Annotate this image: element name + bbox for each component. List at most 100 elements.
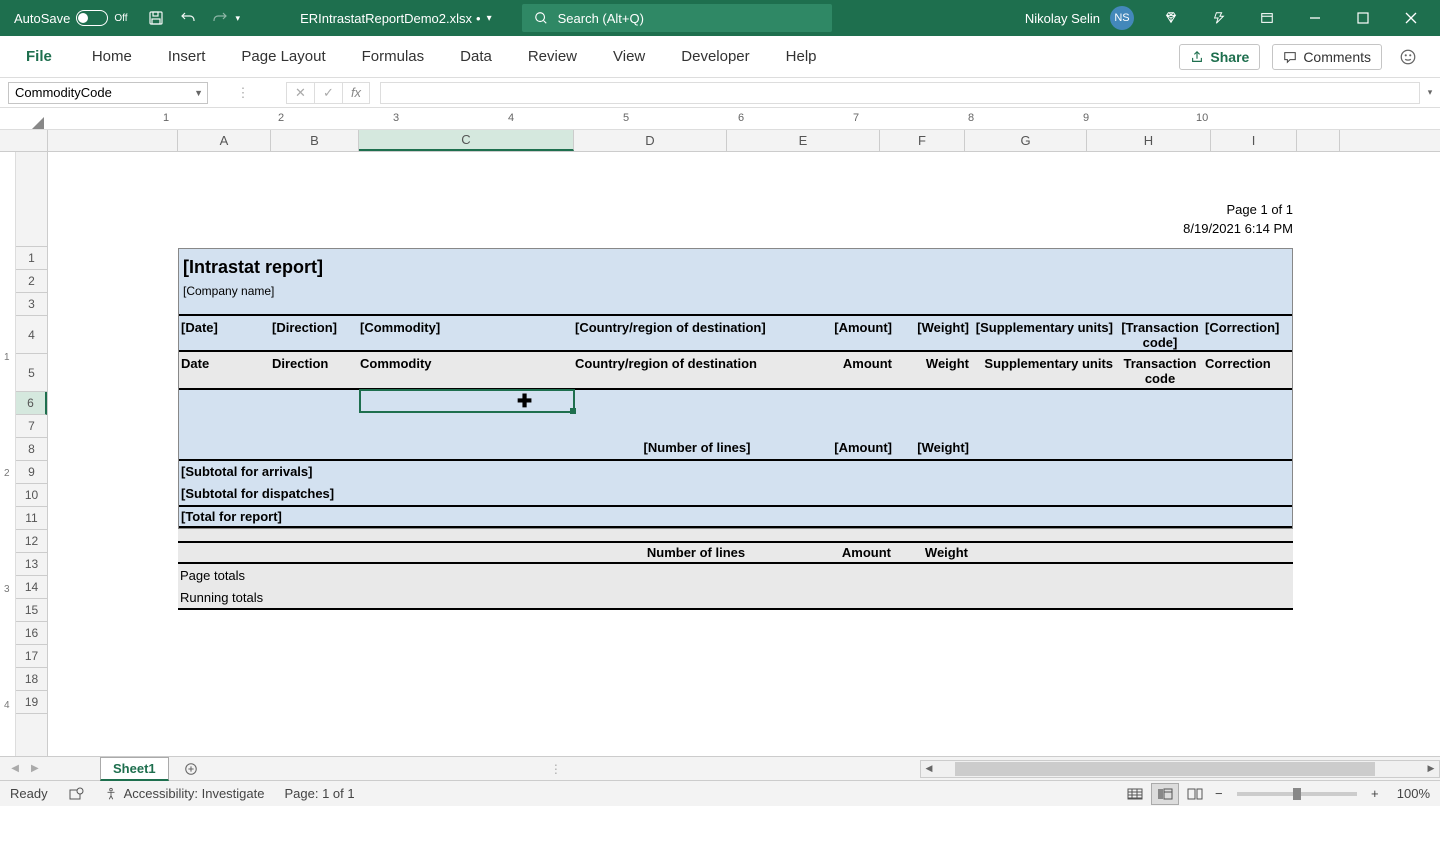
tab-nav-arrows[interactable]: ◀▶ [0,763,50,774]
search-box[interactable]: Search (Alt+Q) [522,4,832,32]
row-header[interactable]: 2 [16,270,47,293]
tab-page-layout[interactable]: Page Layout [223,38,343,75]
save-icon[interactable] [142,4,170,32]
search-icon [534,11,548,25]
column-header[interactable]: E [727,130,880,151]
selected-cell[interactable] [359,389,575,413]
maximize-button[interactable] [1340,0,1386,36]
column-header[interactable] [48,130,178,151]
row-header[interactable]: 11 [16,507,47,530]
page-header: Page 1 of 1 8/19/2021 6:14 PM [178,162,1293,248]
row-header[interactable]: 7 [16,415,47,438]
qat-dropdown-icon[interactable]: ▾ [236,13,241,24]
column-header[interactable]: I [1211,130,1297,151]
chevron-down-icon[interactable]: ▾ [487,13,492,24]
cancel-formula-button[interactable]: ✕ [286,82,314,104]
table-header-template: [Date] [Direction] [Commodity] [Country/… [179,314,1292,352]
row-header[interactable]: 14 [16,576,47,599]
tab-data[interactable]: Data [442,38,510,75]
coming-soon-icon[interactable] [1196,0,1242,36]
autosave-state: Off [114,13,127,24]
accept-formula-button[interactable]: ✓ [314,82,342,104]
row-header[interactable]: 8 [16,438,47,461]
tab-help[interactable]: Help [768,38,835,75]
comments-button[interactable]: Comments [1272,44,1382,70]
row-header[interactable]: 10 [16,484,47,507]
share-button[interactable]: Share [1179,44,1260,70]
subtotal-arrivals: [Subtotal for arrivals] [179,459,1292,482]
zoom-in-button[interactable]: + [1367,786,1383,801]
macro-recorder-icon[interactable] [68,786,84,802]
row-header[interactable]: 5 [16,354,47,392]
column-header[interactable] [1297,130,1340,151]
expand-formula-icon[interactable]: ▾ [1420,87,1440,98]
name-box[interactable]: CommodityCode ▼ [8,82,208,104]
tab-insert[interactable]: Insert [150,38,224,75]
scroll-thumb[interactable] [955,762,1375,776]
zoom-out-button[interactable]: − [1211,786,1227,801]
redo-icon[interactable] [206,4,234,32]
row-header[interactable]: 18 [16,668,47,691]
view-page-break-button[interactable] [1181,783,1209,805]
column-header[interactable]: B [271,130,359,151]
autosave-toggle[interactable] [76,10,108,26]
summary-header: [Number of lines] [Amount] [Weight] [179,436,1292,459]
undo-icon[interactable] [174,4,202,32]
tab-view[interactable]: View [595,38,663,75]
status-ready: Ready [10,786,48,801]
zoom-slider[interactable] [1237,792,1357,796]
row-header[interactable]: 13 [16,553,47,576]
page-totals-row: Page totals [178,564,1293,587]
column-header[interactable]: G [965,130,1087,151]
horizontal-scrollbar[interactable]: ◀ ▶ [920,760,1440,778]
status-page: Page: 1 of 1 [284,786,354,801]
data-row[interactable]: ✚ [179,390,1292,413]
formula-input[interactable] [380,82,1420,104]
footer-header: Number of lines Amount Weight [178,541,1293,564]
autosave-control[interactable]: AutoSave Off [0,10,136,26]
column-header[interactable]: D [574,130,727,151]
row-header[interactable]: 4 [16,316,47,354]
zoom-level[interactable]: 100% [1397,786,1430,801]
row-header[interactable]: 1 [16,247,47,270]
close-button[interactable] [1388,0,1434,36]
tab-review[interactable]: Review [510,38,595,75]
split-handle[interactable]: ⋮ [550,762,563,776]
row-header[interactable]: 12 [16,530,47,553]
ribbon-tabs: File Home Insert Page Layout Formulas Da… [0,36,1440,78]
user-account[interactable]: Nikolay Selin NS [1025,6,1134,30]
worksheet-area[interactable]: Page 1 of 1 8/19/2021 6:14 PM [Intrastat… [48,152,1440,756]
column-header[interactable]: H [1087,130,1211,151]
row-header[interactable]: 17 [16,645,47,668]
column-header[interactable]: A [178,130,271,151]
tab-developer[interactable]: Developer [663,38,767,75]
view-page-layout-button[interactable] [1151,783,1179,805]
row-header-blank [16,152,47,247]
feedback-icon[interactable] [1394,43,1422,71]
tab-formulas[interactable]: Formulas [344,38,443,75]
total-report: [Total for report] [179,505,1292,528]
new-sheet-button[interactable] [177,762,205,776]
column-header[interactable]: F [880,130,965,151]
ribbon-display-icon[interactable] [1244,0,1290,36]
row-header[interactable]: 19 [16,691,47,714]
view-normal-button[interactable] [1121,783,1149,805]
chevron-down-icon[interactable]: ▼ [194,88,203,98]
tab-home[interactable]: Home [74,38,150,75]
column-header[interactable]: C [359,130,574,151]
row-header[interactable]: 6 [16,392,47,415]
row-header[interactable]: 15 [16,599,47,622]
accessibility-status[interactable]: Accessibility: Investigate [104,786,265,801]
row-header[interactable]: 3 [16,293,47,316]
row-header[interactable]: 16 [16,622,47,645]
tab-file[interactable]: File [8,38,74,75]
select-all-button[interactable] [0,130,48,151]
diamond-icon[interactable] [1148,0,1194,36]
fx-button[interactable]: fx [342,82,370,104]
sheet-tab-active[interactable]: Sheet1 [100,757,169,781]
row-header[interactable]: 9 [16,461,47,484]
autosave-label: AutoSave [14,11,70,26]
filename-display[interactable]: ERIntrastatReportDemo2.xlsx • ▾ [300,11,492,26]
minimize-button[interactable] [1292,0,1338,36]
company-name: [Company name] [179,282,1292,314]
